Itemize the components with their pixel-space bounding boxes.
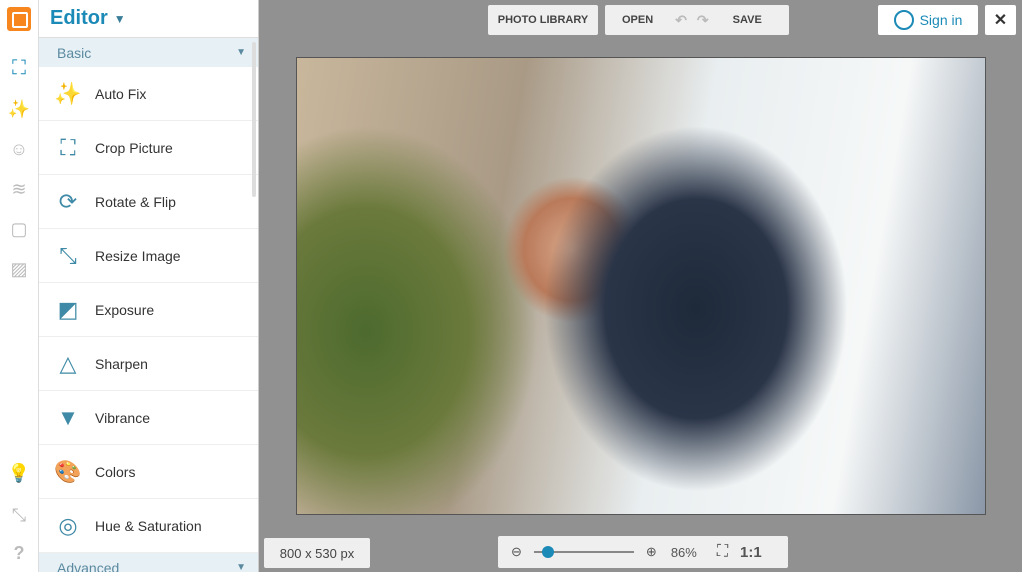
redo-icon[interactable]: ↷ — [697, 12, 709, 29]
photo-library-button[interactable]: PHOTO LIBRARY — [488, 5, 598, 35]
layers-icon[interactable]: ≋ — [8, 178, 30, 200]
tool-rail: ⛶ ✨ ☺ ≋ ▢ ▨ 💡 ⤡ ? — [0, 0, 39, 572]
face-icon[interactable]: ☺ — [8, 138, 30, 160]
tool-label: Vibrance — [95, 409, 151, 426]
tool-label: Resize Image — [95, 247, 181, 264]
chevron-down-icon: ▼ — [113, 11, 126, 26]
lightbulb-icon[interactable]: 💡 — [8, 462, 30, 484]
open-button[interactable]: OPEN — [622, 14, 653, 26]
texture-icon[interactable]: ▨ — [8, 258, 30, 280]
tool-auto-fix[interactable]: ✨ Auto Fix — [39, 67, 258, 121]
tool-colors[interactable]: 🎨 Colors — [39, 445, 258, 499]
tool-hue-saturation[interactable]: ◎ Hue & Saturation — [39, 499, 258, 553]
tool-vibrance[interactable]: ▼ Vibrance — [39, 391, 258, 445]
image-dimensions: 800 x 530 px — [264, 538, 370, 568]
panel-title: Editor — [50, 7, 108, 29]
help-icon[interactable]: ? — [8, 542, 30, 564]
section-label: Advanced — [57, 559, 120, 572]
tool-sharpen[interactable]: △ Sharpen — [39, 337, 258, 391]
zoom-slider-handle[interactable] — [541, 546, 554, 558]
crop-tools-icon[interactable]: ⛶ — [8, 57, 30, 79]
actual-size-button[interactable]: 1:1 — [740, 544, 762, 561]
magic-wand-icon[interactable]: ✨ — [8, 98, 30, 120]
fullscreen-icon[interactable]: ⤡ — [8, 504, 30, 526]
tool-crop-picture[interactable]: ⛶ Crop Picture — [39, 121, 258, 175]
crop-picture-icon: ⛶ — [60, 134, 76, 160]
fit-screen-icon[interactable]: ⛶ — [717, 543, 728, 561]
close-button[interactable]: ✕ — [985, 5, 1016, 35]
zoom-slider[interactable] — [533, 546, 634, 558]
tool-label: Crop Picture — [95, 139, 173, 156]
exposure-icon: ◩ — [57, 296, 79, 322]
frame-icon[interactable]: ▢ — [8, 218, 30, 240]
tool-label: Colors — [95, 463, 136, 480]
tool-label: Exposure — [95, 301, 155, 318]
zoom-in-icon[interactable]: ⊕ — [646, 544, 657, 560]
section-advanced[interactable]: Advanced ▼ — [39, 553, 258, 572]
chevron-down-icon: ▼ — [236, 562, 246, 572]
resize-image-icon: ⤡ — [59, 242, 77, 268]
vibrance-icon: ▼ — [57, 404, 79, 430]
section-label: Basic — [57, 44, 92, 61]
user-icon — [893, 10, 914, 30]
sign-in-label: Sign in — [919, 12, 963, 28]
tool-label: Auto Fix — [95, 85, 147, 102]
chevron-down-icon: ▼ — [236, 47, 246, 58]
sign-in-button[interactable]: Sign in — [878, 5, 978, 35]
tool-label: Sharpen — [95, 355, 148, 372]
app-logo[interactable] — [7, 7, 31, 31]
save-button[interactable]: SAVE — [733, 14, 762, 26]
tool-exposure[interactable]: ◩ Exposure — [39, 283, 258, 337]
photo-canvas[interactable] — [296, 57, 986, 515]
tool-resize-image[interactable]: ⤡ Resize Image — [39, 229, 258, 283]
colors-icon: 🎨 — [54, 458, 82, 484]
zoom-out-icon[interactable]: ⊖ — [511, 544, 522, 560]
tool-label: Rotate & Flip — [95, 193, 176, 210]
hue-saturation-icon: ◎ — [58, 512, 78, 538]
tool-label: Hue & Saturation — [95, 517, 202, 534]
zoom-level: 86% — [670, 544, 697, 560]
undo-icon[interactable]: ↶ — [675, 12, 687, 29]
rotate-flip-icon: ⟳ — [58, 188, 78, 214]
tool-rotate-flip[interactable]: ⟳ Rotate & Flip — [39, 175, 258, 229]
editor-menu[interactable]: Editor ▼ — [39, 0, 258, 38]
scrollbar[interactable] — [252, 42, 256, 197]
file-toolbar: OPEN ↶ ↷ SAVE — [605, 5, 789, 35]
editor-panel: Editor ▼ Basic ▼ ✨ Auto Fix ⛶ Crop Picture ⟳ Ro… — [39, 0, 259, 572]
zoom-bar: ⊖ ⊕ 86% ⛶ 1:1 — [498, 536, 788, 568]
section-basic[interactable]: Basic ▼ — [39, 38, 258, 67]
auto-fix-icon: ✨ — [54, 80, 82, 106]
sharpen-icon: △ — [59, 350, 77, 376]
